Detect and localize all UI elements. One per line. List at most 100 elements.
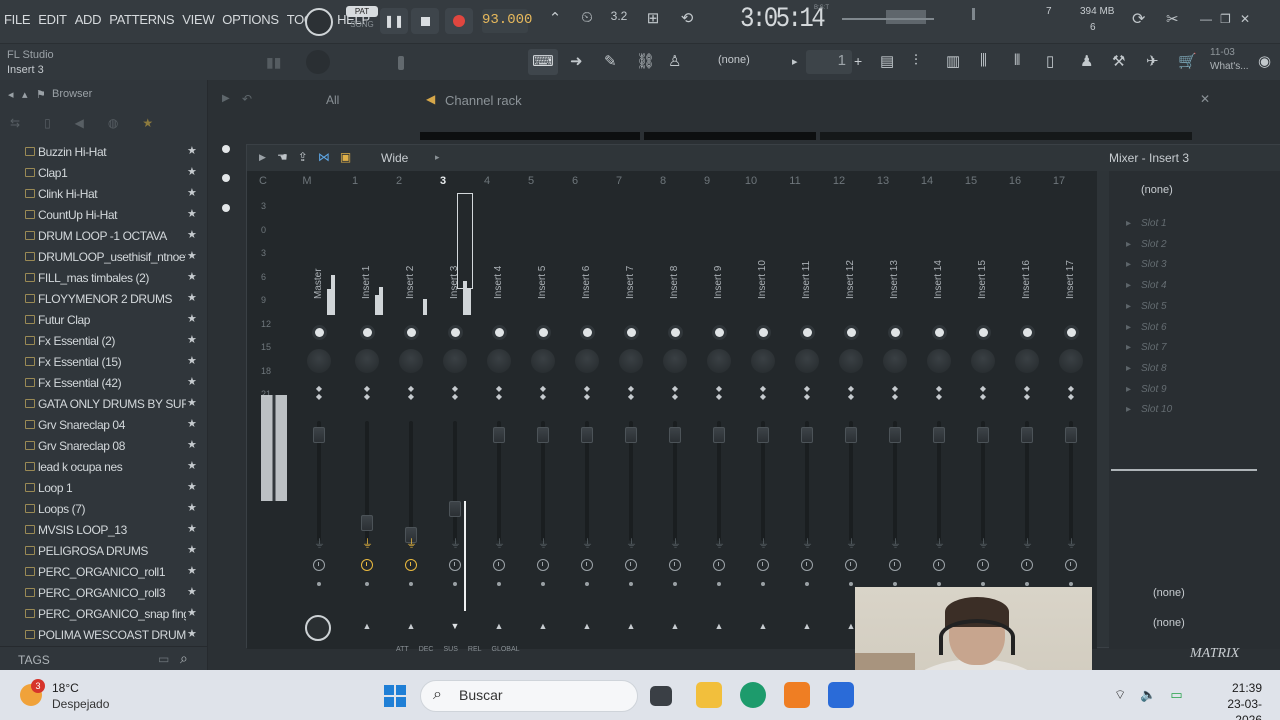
volume-fader[interactable] (801, 427, 813, 443)
route-icon[interactable]: ⏚ (538, 535, 549, 550)
menu-options[interactable]: OPTIONS (222, 12, 279, 27)
plugin-database-icon[interactable]: ♟ (1080, 52, 1093, 70)
strip-number[interactable]: 9 (695, 175, 719, 187)
wifi-icon[interactable]: ⌔ (1114, 687, 1126, 703)
browser-item[interactable]: POLIMA WESCOAST DRUMS ★ (0, 625, 208, 646)
browser-item[interactable]: Clink Hi-Hat ★ (0, 184, 208, 205)
pat-song-switch[interactable]: PAT SONG (346, 6, 378, 36)
volume-fader[interactable] (977, 427, 989, 443)
file-explorer-icon[interactable] (696, 682, 722, 708)
route-icon[interactable]: ⏚ (846, 535, 857, 550)
mixer-layout[interactable]: Wide (381, 151, 408, 165)
browser-item[interactable]: PELIGROSA DRUMS ★ (0, 541, 208, 562)
timer-icon[interactable] (361, 559, 373, 571)
swap-arrows-icon[interactable]: ◆ ◆ (1066, 385, 1076, 413)
volume-fader[interactable] (1021, 427, 1033, 443)
swap-arrows-icon[interactable]: ◆ ◆ (538, 385, 548, 413)
swap-arrows-icon[interactable]: ◆ ◆ (406, 385, 416, 413)
main-volume-knob[interactable] (305, 8, 333, 36)
timer-icon[interactable] (313, 559, 325, 571)
plugin-icon[interactable]: ✂ (1166, 10, 1179, 28)
menu-edit[interactable]: EDIT (38, 12, 67, 27)
link-dot[interactable] (1069, 582, 1073, 586)
link-icon[interactable]: ⛓ (636, 52, 655, 70)
timer-icon[interactable] (1065, 559, 1077, 571)
strip-number[interactable]: M (295, 175, 319, 187)
browser-item[interactable]: PERC_ORGANICO_roll1 ★ (0, 562, 208, 583)
send-arrow-icon[interactable]: ▲ (670, 621, 680, 631)
link-dot[interactable] (409, 582, 413, 586)
strip-name-label[interactable]: Insert 14 (933, 255, 945, 299)
link-dot[interactable] (365, 582, 369, 586)
battery-icon[interactable]: ▭ (1170, 687, 1182, 703)
env-sus[interactable]: SUS (443, 646, 457, 660)
strip-number[interactable]: 10 (739, 175, 763, 187)
piano-roll-icon[interactable]: ▥ (946, 52, 960, 70)
prev-pattern-icon[interactable]: ▸ (792, 55, 798, 68)
wait-record-icon[interactable]: ⏲ (574, 9, 600, 33)
route-icon[interactable]: ⏚ (626, 535, 637, 550)
strip-number[interactable]: 17 (1047, 175, 1071, 187)
swap-arrows-icon[interactable]: ◆ ◆ (314, 385, 324, 413)
link-dot[interactable] (541, 582, 545, 586)
mixer-bow-icon[interactable]: ⋈ (318, 150, 330, 164)
timer-icon[interactable] (581, 559, 593, 571)
browser-item[interactable]: DRUM LOOP -1 OCTAVA ★ (0, 226, 208, 247)
route-icon[interactable]: ⏚ (362, 535, 373, 550)
eq-curve[interactable] (1111, 469, 1257, 471)
favorite-star-icon[interactable]: ★ (187, 480, 197, 493)
mixer-layout-arrow-icon[interactable]: ▸ (435, 152, 440, 163)
edge-browser-icon[interactable] (740, 682, 766, 708)
minimize-button[interactable]: — (1200, 12, 1212, 26)
favorite-star-icon[interactable]: ★ (187, 627, 197, 640)
search-icon[interactable]: ⌕ (180, 650, 188, 667)
timer-icon[interactable] (625, 559, 637, 571)
route-icon[interactable]: ⏚ (758, 535, 769, 550)
browser-item[interactable]: Grv Snareclap 04 ★ (0, 415, 208, 436)
send-arrow-icon[interactable]: ▲ (626, 621, 636, 631)
play-button[interactable]: ❚❚ (380, 8, 408, 34)
main-pitch-knob[interactable] (306, 50, 330, 74)
timer-icon[interactable] (801, 559, 813, 571)
strip-name-label[interactable]: Insert 16 (1021, 255, 1033, 299)
swap-arrows-icon[interactable]: ◆ ◆ (802, 385, 812, 413)
timer-icon[interactable] (537, 559, 549, 571)
news-panel[interactable]: 11-03 What's... (1210, 46, 1249, 74)
send-arrow-icon[interactable]: ▲ (538, 621, 548, 631)
effect-slot[interactable]: Slot 5 (1117, 298, 1277, 318)
link-dot[interactable] (937, 582, 941, 586)
channel-led-1[interactable] (222, 145, 230, 153)
effect-slot[interactable]: Slot 10 (1117, 401, 1277, 421)
swap-arrows-icon[interactable]: ◆ ◆ (626, 385, 636, 413)
channel-filter[interactable]: All (326, 93, 339, 107)
browser-speaker-icon[interactable]: ◀ (75, 116, 84, 134)
link-dot[interactable] (585, 582, 589, 586)
strip-name-label[interactable]: Insert 1 (361, 255, 373, 299)
effect-slot[interactable]: Slot 9 (1117, 381, 1277, 401)
timer-icon[interactable] (889, 559, 901, 571)
strip-name-label[interactable]: Insert 5 (537, 255, 549, 299)
swap-arrows-icon[interactable]: ◆ ◆ (670, 385, 680, 413)
stamp-icon[interactable]: ♙ (668, 52, 681, 70)
swap-arrows-icon[interactable]: ◆ ◆ (494, 385, 504, 413)
route-icon[interactable]: ⏚ (1066, 535, 1077, 550)
link-dot[interactable] (981, 582, 985, 586)
fl-studio-app-icon[interactable] (784, 682, 810, 708)
stop-button[interactable] (411, 8, 439, 34)
tools-icon[interactable]: ⚒ (1112, 52, 1125, 70)
strip-name-label[interactable]: Insert 4 (493, 255, 505, 299)
route-icon[interactable]: ⏚ (582, 535, 593, 550)
strip-number[interactable]: 8 (651, 175, 675, 187)
favorite-star-icon[interactable]: ★ (187, 522, 197, 535)
strip-number[interactable]: 4 (475, 175, 499, 187)
volume-fader[interactable] (537, 427, 549, 443)
pan-knob[interactable] (575, 349, 599, 373)
pan-knob[interactable] (355, 349, 379, 373)
browser-back-icon[interactable]: ⇆ (10, 116, 20, 134)
weather-description[interactable]: Despejado (52, 697, 109, 711)
master-stereo-knob[interactable] (305, 615, 331, 641)
swap-arrows-icon[interactable]: ◆ ◆ (714, 385, 724, 413)
swap-arrows-icon[interactable]: ◆ ◆ (890, 385, 900, 413)
channel-rack-icon[interactable]: ⫶ (914, 52, 918, 69)
master-pitch-slider[interactable] (398, 56, 404, 70)
